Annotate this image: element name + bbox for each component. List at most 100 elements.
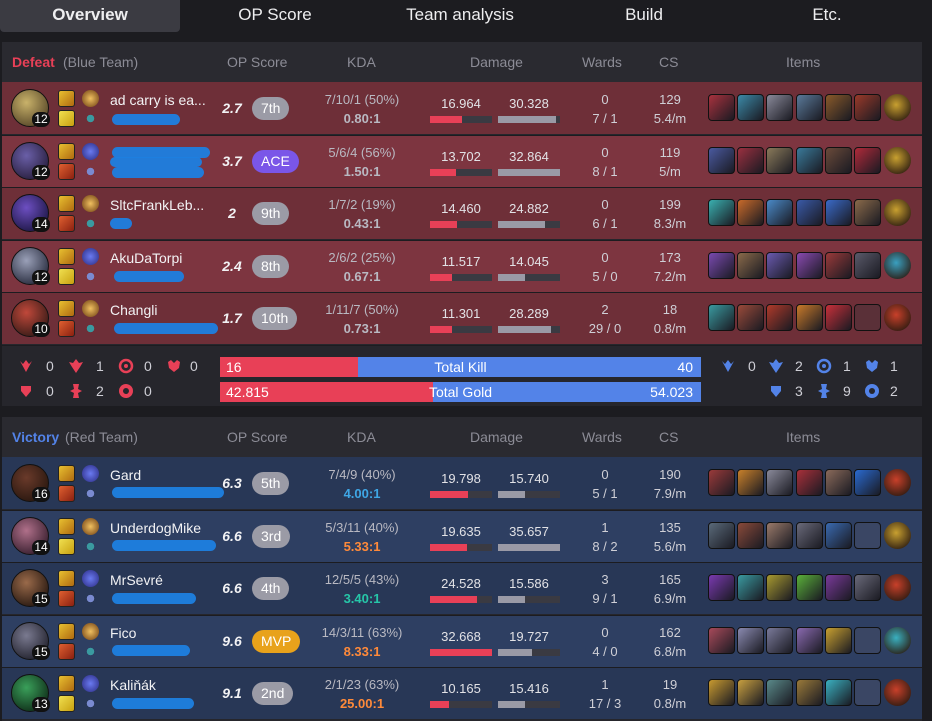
item-icon[interactable] [708, 146, 735, 174]
player-row[interactable]: 15 MrSevré 6.6 4th 12/5/5 (43%) 3.40:1 24.528 1… [2, 562, 922, 615]
item-icon[interactable] [854, 146, 881, 174]
item-icon[interactable] [795, 251, 823, 279]
summoner-name[interactable]: ad carry is ea... [110, 92, 206, 108]
item-icon[interactable] [854, 94, 881, 121]
player-row[interactable]: 12 AkuDaTorpi 2.4 8th 2/6/2 (25%) 0.67:1 11.51… [2, 239, 922, 292]
item-icon[interactable] [708, 251, 735, 279]
player-row[interactable]: 12 3.7 ACE 5/6/4 (56%) 1.50:1 13.702 32.864 0 8 … [2, 134, 922, 187]
summoner-spell-icon[interactable] [58, 247, 75, 265]
item-icon[interactable] [824, 94, 852, 121]
item-icon[interactable] [854, 251, 881, 279]
item-icon[interactable] [824, 469, 852, 496]
rune-keystone-icon[interactable] [82, 517, 99, 535]
item-icon[interactable] [737, 469, 765, 496]
summoner-spell-icon[interactable] [58, 90, 75, 107]
trinket-item-icon[interactable] [884, 574, 912, 602]
item-icon[interactable] [708, 626, 735, 654]
tab-etc[interactable]: Etc. [737, 0, 917, 32]
summoner-spell-icon[interactable] [58, 465, 75, 482]
item-icon[interactable] [766, 626, 794, 654]
item-icon[interactable] [795, 574, 823, 602]
item-icon[interactable] [766, 521, 794, 549]
summoner-name[interactable]: Kaliňák [110, 677, 156, 693]
item-icon[interactable] [737, 251, 765, 279]
summoner-spell-icon[interactable] [58, 485, 75, 502]
rune-secondary-icon[interactable] [82, 320, 99, 338]
summoner-name[interactable]: Fico [110, 625, 136, 641]
summoner-name[interactable]: MrSevré [110, 572, 163, 588]
rune-secondary-icon[interactable] [82, 695, 99, 713]
item-icon[interactable] [708, 94, 735, 121]
item-icon[interactable] [708, 574, 735, 602]
item-icon[interactable] [824, 521, 852, 549]
item-icon[interactable] [795, 94, 823, 121]
summoner-name[interactable]: SltcFrankLeb... [110, 197, 204, 213]
summoner-spell-icon[interactable] [58, 570, 75, 588]
rune-secondary-icon[interactable] [82, 590, 99, 608]
tab-team-analysis[interactable]: Team analysis [370, 0, 550, 32]
item-icon[interactable] [708, 304, 735, 332]
rune-keystone-icon[interactable] [82, 570, 99, 588]
summoner-spell-icon[interactable] [58, 675, 75, 693]
item-icon[interactable] [766, 304, 794, 332]
trinket-item-icon[interactable] [884, 521, 912, 549]
item-icon[interactable] [766, 146, 794, 174]
summoner-name[interactable]: Gard [110, 467, 141, 483]
item-icon[interactable] [795, 304, 823, 332]
item-icon[interactable] [708, 679, 735, 707]
rune-keystone-icon[interactable] [82, 622, 99, 640]
item-icon[interactable] [766, 469, 794, 496]
trinket-item-icon[interactable] [884, 251, 912, 279]
tab-op-score[interactable]: OP Score [185, 0, 365, 32]
tab-build[interactable]: Build [554, 0, 734, 32]
item-icon[interactable] [766, 251, 794, 279]
rune-secondary-icon[interactable] [82, 110, 99, 127]
rune-secondary-icon[interactable] [82, 215, 99, 233]
item-icon[interactable] [737, 199, 765, 227]
item-icon[interactable] [795, 199, 823, 227]
item-icon[interactable] [854, 469, 881, 496]
rune-secondary-icon[interactable] [82, 485, 99, 502]
summoner-spell-icon[interactable] [58, 267, 75, 285]
item-icon[interactable] [824, 251, 852, 279]
trinket-item-icon[interactable] [884, 146, 912, 174]
item-icon[interactable] [737, 574, 765, 602]
summoner-spell-icon[interactable] [58, 320, 75, 338]
trinket-item-icon[interactable] [884, 94, 912, 121]
item-icon[interactable] [824, 146, 852, 174]
rune-secondary-icon[interactable] [82, 267, 99, 285]
item-icon[interactable] [854, 199, 881, 227]
item-icon[interactable] [708, 199, 735, 227]
summoner-spell-icon[interactable] [58, 695, 75, 713]
trinket-item-icon[interactable] [884, 304, 912, 332]
player-row[interactable]: 12 ad carry is ea... 2.7 7th 7/10/1 (50%) 0.8… [2, 82, 922, 134]
summoner-spell-icon[interactable] [58, 642, 75, 660]
trinket-item-icon[interactable] [884, 626, 912, 654]
rune-keystone-icon[interactable] [82, 675, 99, 693]
summoner-spell-icon[interactable] [58, 162, 75, 180]
item-icon[interactable] [795, 469, 823, 496]
item-icon[interactable] [795, 679, 823, 707]
item-icon[interactable] [766, 94, 794, 121]
item-icon[interactable] [766, 574, 794, 602]
item-icon[interactable] [737, 304, 765, 332]
trinket-item-icon[interactable] [884, 199, 912, 227]
summoner-spell-icon[interactable] [58, 215, 75, 233]
summoner-spell-icon[interactable] [58, 590, 75, 608]
summoner-spell-icon[interactable] [58, 300, 75, 318]
rune-secondary-icon[interactable] [82, 162, 99, 180]
rune-keystone-icon[interactable] [82, 195, 99, 213]
rune-secondary-icon[interactable] [82, 642, 99, 660]
player-row[interactable]: 13 Kaliňák 9.1 2nd 2/1/23 (63%) 25.00:1 10.165… [2, 667, 922, 720]
item-icon[interactable] [795, 626, 823, 654]
summoner-spell-icon[interactable] [58, 622, 75, 640]
player-row[interactable]: 14 UnderdogMike 6.6 3rd 5/3/11 (40%) 5.33:1 19… [2, 509, 922, 562]
tab-overview[interactable]: Overview [0, 0, 180, 32]
item-icon[interactable] [766, 679, 794, 707]
item-icon[interactable] [824, 199, 852, 227]
trinket-item-icon[interactable] [884, 679, 912, 707]
item-icon[interactable] [824, 679, 852, 707]
item-icon[interactable] [824, 304, 852, 332]
item-icon[interactable] [795, 146, 823, 174]
item-icon[interactable] [737, 626, 765, 654]
